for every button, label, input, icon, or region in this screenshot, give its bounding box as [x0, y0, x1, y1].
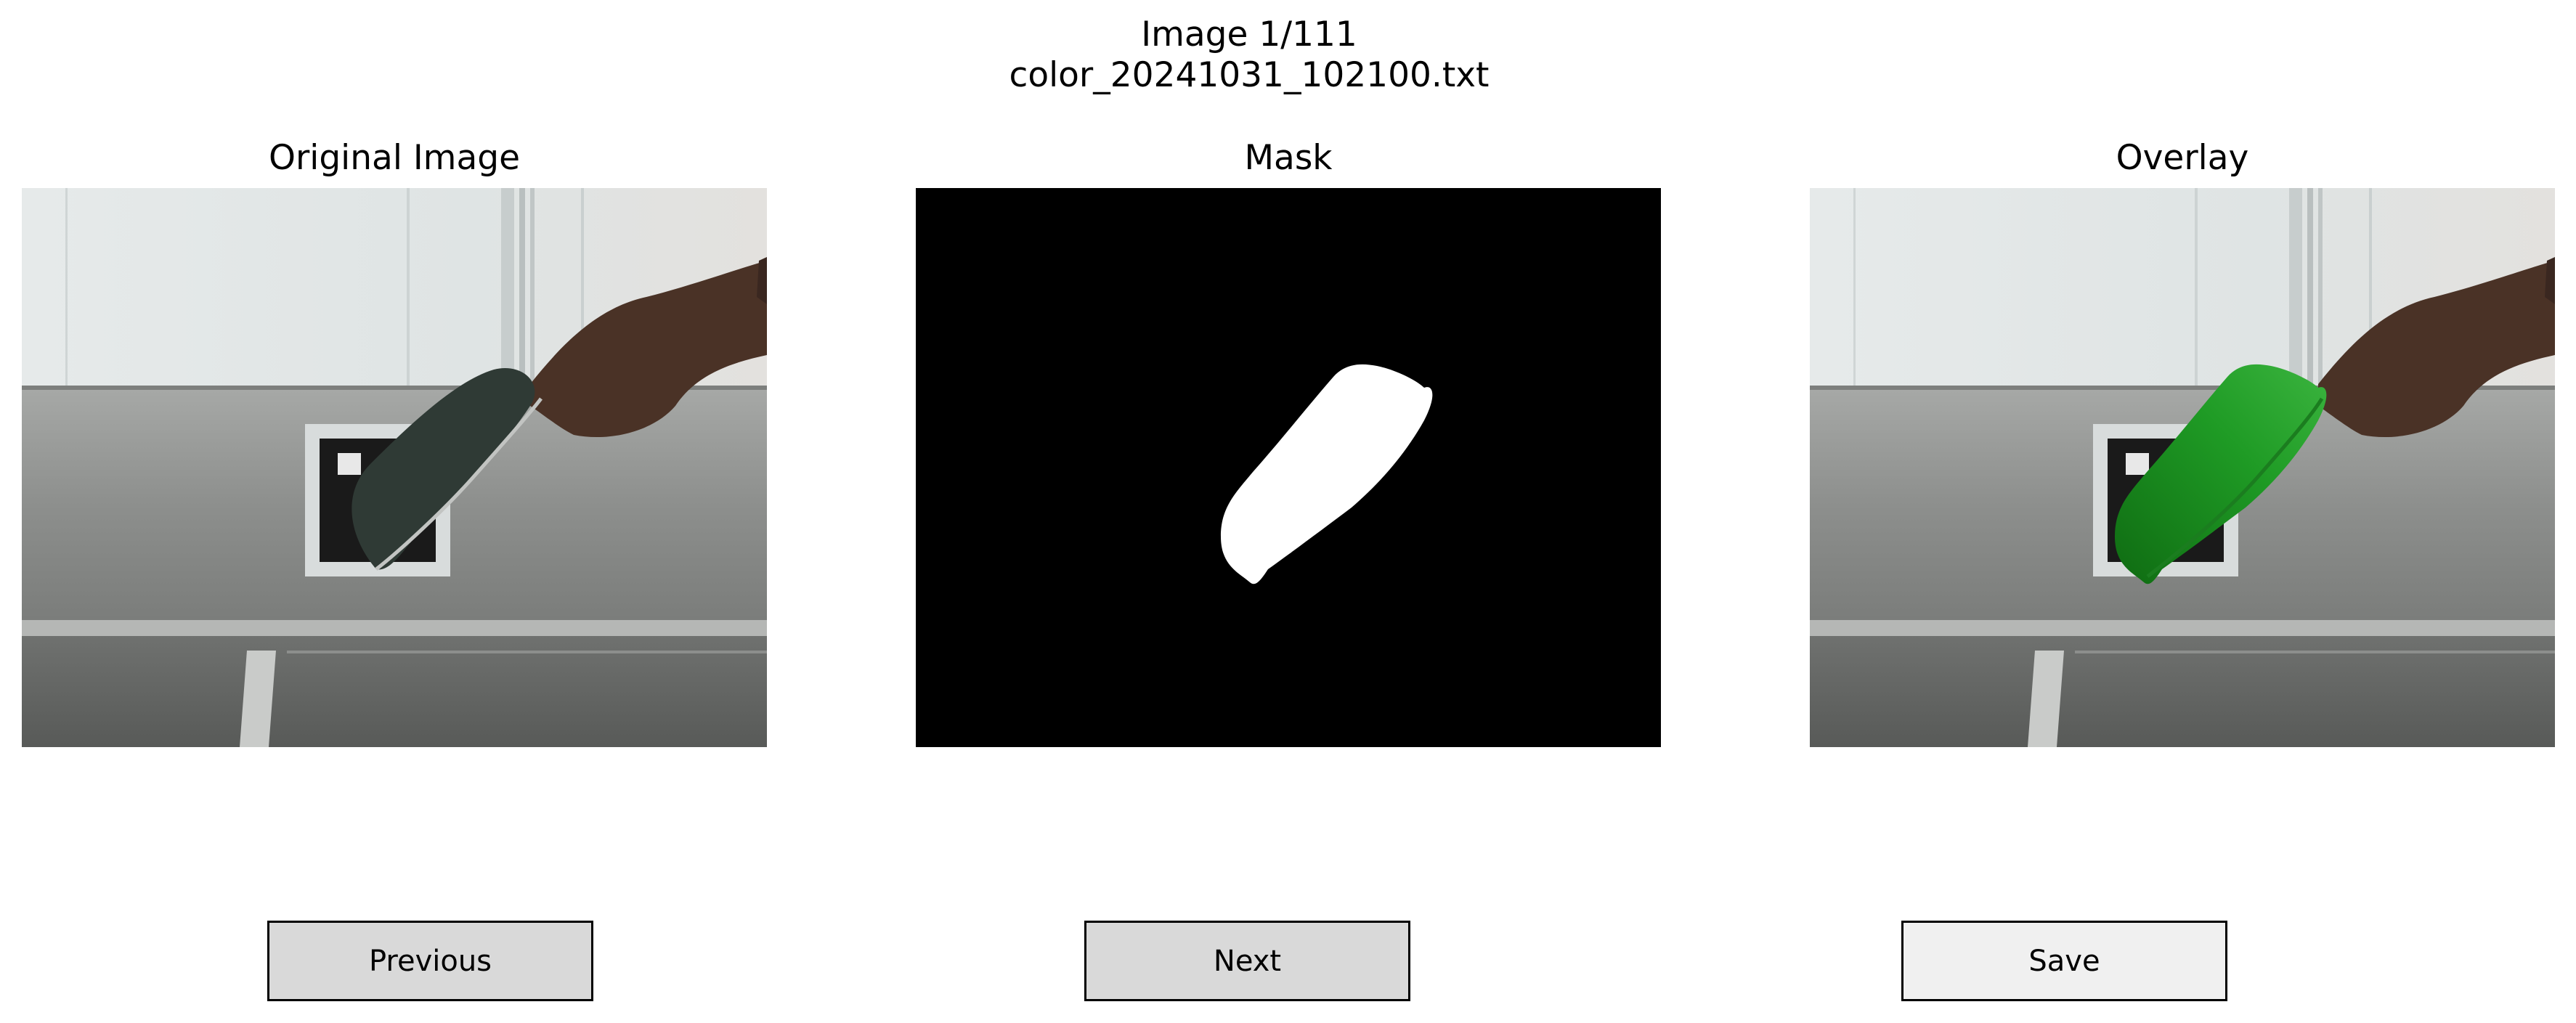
panel-title-overlay: Overlay: [2116, 138, 2249, 178]
mask-image: [916, 188, 1661, 747]
save-button[interactable]: Save: [1901, 921, 2227, 1001]
overlay-image: [1810, 188, 2555, 747]
panel-title-original: Original Image: [268, 138, 521, 178]
image-counter: Image 1/111: [1141, 15, 1357, 54]
previous-button[interactable]: Previous: [267, 921, 593, 1001]
mask-panel: [916, 188, 1661, 747]
image-filename: color_20241031_102100.txt: [1009, 55, 1490, 95]
next-button[interactable]: Next: [1084, 921, 1410, 1001]
original-image-panel: [22, 188, 767, 747]
panel-title-mask: Mask: [1244, 138, 1333, 178]
overlay-panel: [1810, 188, 2555, 747]
original-image: [22, 188, 767, 747]
